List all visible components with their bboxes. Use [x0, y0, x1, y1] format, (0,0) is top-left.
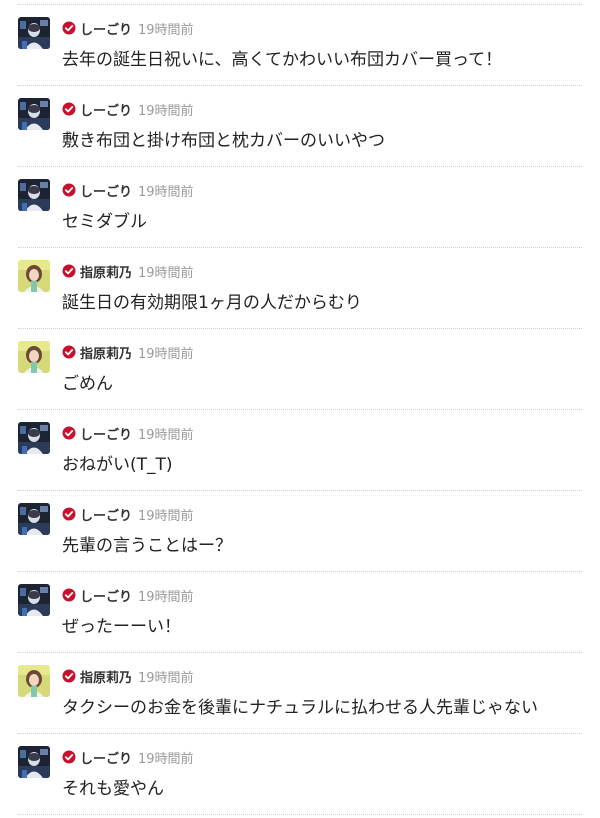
verified-check-icon [62, 507, 76, 521]
verified-check-icon [62, 426, 76, 440]
timestamp[interactable]: 19時間前 [138, 586, 194, 605]
comment-item: しーごり 19時間前ぜったーーい！ [18, 572, 582, 653]
comment-header: 指原莉乃 19時間前 [62, 343, 194, 362]
avatar-shigori[interactable] [18, 422, 50, 454]
verified-check-icon [62, 21, 76, 35]
avatar-shigori[interactable] [18, 98, 50, 130]
avatar-sashihara[interactable] [18, 665, 50, 697]
author-name[interactable]: 指原莉乃 [80, 667, 132, 686]
verified-check-icon [62, 750, 76, 764]
timestamp[interactable]: 19時間前 [138, 505, 194, 524]
timestamp[interactable]: 19時間前 [138, 19, 194, 38]
verified-check-icon [62, 345, 76, 359]
comment-text: 去年の誕生日祝いに、高くてかわいい布団カバー買って！ [62, 50, 503, 70]
timestamp[interactable]: 19時間前 [138, 262, 194, 281]
verified-check-icon [62, 264, 76, 278]
comment-text: セミダブル [62, 212, 147, 232]
comment-item: しーごり 19時間前去年の誕生日祝いに、高くてかわいい布団カバー買って！ [18, 5, 582, 86]
comment-item: しーごり 19時間前敷き布団と掛け布団と枕カバーのいいやつ [18, 86, 582, 167]
comment-text: タクシーのお金を後輩にナチュラルに払わせる人先輩じゃない [62, 698, 538, 718]
timestamp[interactable]: 19時間前 [138, 343, 194, 362]
avatar-sashihara[interactable] [18, 260, 50, 292]
comment-item: 指原莉乃 19時間前タクシーのお金を後輩にナチュラルに払わせる人先輩じゃない [18, 653, 582, 734]
comment-header: しーごり 19時間前 [62, 586, 194, 605]
comment-text: 誕生日の有効期限1ヶ月の人だからむり [62, 293, 362, 313]
timestamp[interactable]: 19時間前 [138, 424, 194, 443]
comment-header: しーごり 19時間前 [62, 748, 194, 767]
author-name[interactable]: しーごり [80, 19, 132, 38]
timestamp[interactable]: 19時間前 [138, 748, 194, 767]
avatar-shigori[interactable] [18, 17, 50, 49]
author-name[interactable]: しーごり [80, 424, 132, 443]
comment-text: 敷き布団と掛け布団と枕カバーのいいやつ [62, 131, 385, 151]
comment-item: しーごり 19時間前セミダブル [18, 167, 582, 248]
avatar-shigori[interactable] [18, 503, 50, 535]
comment-header: しーごり 19時間前 [62, 424, 194, 443]
author-name[interactable]: しーごり [80, 100, 132, 119]
comment-item: しーごり 19時間前先輩の言うことはー？ [18, 491, 582, 572]
avatar-sashihara[interactable] [18, 341, 50, 373]
comment-item: しーごり 19時間前おねがい(T_T) [18, 410, 582, 491]
author-name[interactable]: しーごり [80, 586, 132, 605]
verified-check-icon [62, 183, 76, 197]
timestamp[interactable]: 19時間前 [138, 667, 194, 686]
author-name[interactable]: しーごり [80, 181, 132, 200]
timestamp[interactable]: 19時間前 [138, 181, 194, 200]
author-name[interactable]: 指原莉乃 [80, 262, 132, 281]
avatar-shigori[interactable] [18, 179, 50, 211]
comment-text: ごめん [62, 374, 113, 394]
timestamp[interactable]: 19時間前 [138, 100, 194, 119]
verified-check-icon [62, 588, 76, 602]
comment-text: 先輩の言うことはー？ [62, 536, 232, 556]
avatar-shigori[interactable] [18, 746, 50, 778]
comment-text: ぜったーーい！ [62, 617, 181, 637]
verified-check-icon [62, 669, 76, 683]
comment-item: 指原莉乃 19時間前誕生日の有効期限1ヶ月の人だからむり [18, 248, 582, 329]
comment-header: 指原莉乃 19時間前 [62, 667, 194, 686]
comment-header: 指原莉乃 19時間前 [62, 262, 194, 281]
comment-item: しーごり 19時間前それも愛やん [18, 734, 582, 815]
avatar-shigori[interactable] [18, 584, 50, 616]
comment-text: おねがい(T_T) [62, 455, 173, 475]
author-name[interactable]: しーごり [80, 748, 132, 767]
comment-header: しーごり 19時間前 [62, 505, 194, 524]
comment-feed: しーごり 19時間前 去年の誕生日祝いに、高くてかわいい布団カバー買って！ しーごり 1… [0, 0, 600, 818]
comment-header: しーごり 19時間前 [62, 181, 194, 200]
comment-text: それも愛やん [62, 779, 164, 799]
verified-check-icon [62, 102, 76, 116]
comment-header: しーごり 19時間前 [62, 19, 194, 38]
author-name[interactable]: 指原莉乃 [80, 343, 132, 362]
author-name[interactable]: しーごり [80, 505, 132, 524]
comment-item: 指原莉乃 19時間前ごめん [18, 329, 582, 410]
comment-header: しーごり 19時間前 [62, 100, 194, 119]
